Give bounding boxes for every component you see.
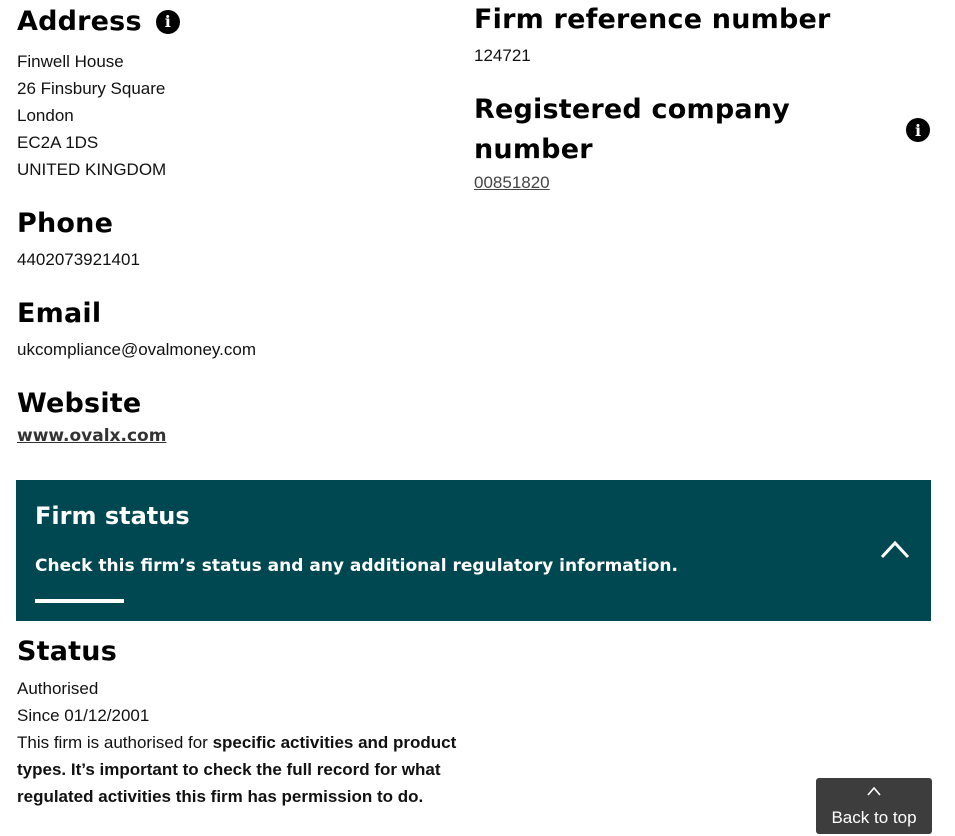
email-value: ukcompliance@ovalmoney.com: [17, 340, 256, 359]
info-icon[interactable]: i: [155, 9, 180, 34]
website-heading: Website: [17, 388, 142, 419]
accent-underline: [35, 599, 124, 603]
address-line: Finwell House: [17, 52, 124, 71]
address-heading-row: Address i: [17, 6, 180, 37]
info-icon[interactable]: i: [906, 118, 930, 142]
status-note: This firm is authorised for specific act…: [17, 729, 477, 810]
chevron-up-icon[interactable]: [879, 538, 911, 560]
address-heading: Address: [17, 6, 142, 37]
address-line: 26 Finsbury Square: [17, 79, 166, 98]
back-to-top-button[interactable]: Back to top: [816, 778, 932, 834]
firm-status-banner[interactable]: Firm status Check this firm’s status and…: [16, 480, 931, 621]
status-note-prefix: This firm is authorised for: [17, 733, 213, 752]
status-details: Authorised Since 01/12/2001 This firm is…: [17, 675, 477, 810]
chevron-up-icon: [867, 786, 881, 796]
registered-company-link[interactable]: 00851820: [474, 173, 550, 193]
phone-heading: Phone: [17, 208, 114, 239]
phone-value: 4402073921401: [17, 250, 140, 269]
firm-status-title: Firm status: [35, 502, 190, 530]
status-since: Since 01/12/2001: [17, 706, 150, 725]
firm-reference-value: 124721: [474, 46, 531, 65]
status-heading: Status: [17, 636, 117, 667]
back-to-top-label: Back to top: [831, 808, 917, 827]
registered-company-heading: Registered company number: [474, 94, 790, 165]
address-line: EC2A 1DS: [17, 133, 99, 152]
address-line: UNITED KINGDOM: [17, 160, 167, 179]
email-heading: Email: [17, 298, 102, 329]
firm-status-subtitle: Check this firm’s status and any additio…: [35, 556, 678, 576]
status-value: Authorised: [17, 679, 99, 698]
address-line: London: [17, 106, 74, 125]
firm-reference-heading: Firm reference number: [474, 4, 831, 35]
website-link[interactable]: www.ovalx.com: [17, 426, 166, 446]
address-lines: Finwell House 26 Finsbury Square London …: [17, 48, 166, 183]
